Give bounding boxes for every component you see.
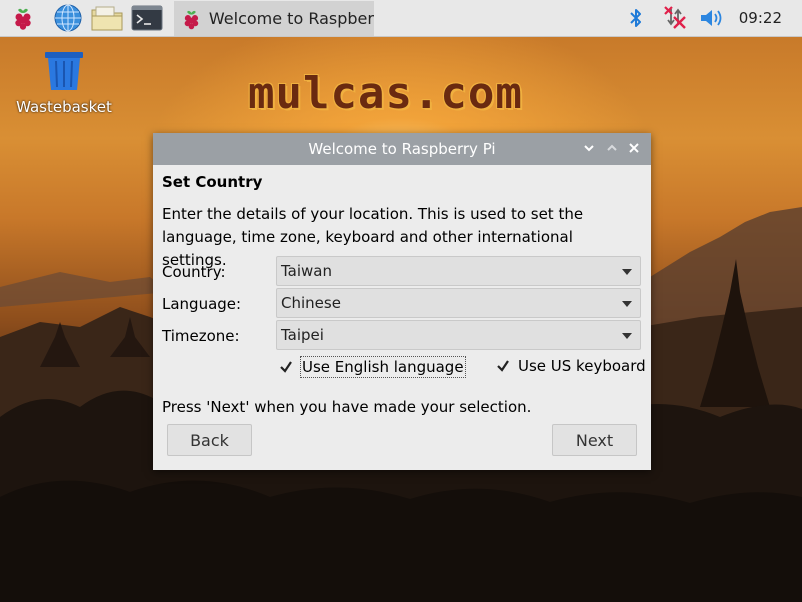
dialog-heading: Set Country [162, 173, 263, 191]
network-disconnected-icon [664, 6, 686, 29]
use-us-keyboard-checkbox[interactable]: Use US keyboard [496, 357, 646, 375]
dropdown-arrow-icon [622, 269, 632, 275]
bluetooth-button[interactable] [624, 3, 648, 33]
raspberry-menu-icon [15, 8, 31, 30]
raspberry-menu-button[interactable] [6, 3, 40, 33]
timezone-select[interactable]: Taipei [276, 320, 641, 350]
file-manager-icon [91, 6, 123, 31]
dropdown-arrow-icon [622, 333, 632, 339]
watermark-text: mulcas.com [248, 68, 523, 119]
use-english-label: Use English language [300, 356, 466, 378]
back-button[interactable]: Back [167, 424, 252, 456]
web-browser-icon [54, 4, 82, 32]
welcome-dialog: Welcome to Raspberry Pi Set Country Ente… [153, 133, 651, 470]
terminal-icon [131, 5, 163, 31]
dialog-title: Welcome to Raspberry Pi [308, 140, 496, 158]
volume-button[interactable] [698, 3, 726, 33]
language-label: Language: [162, 295, 242, 313]
timezone-value: Taipei [281, 326, 324, 344]
chevron-up-icon [607, 144, 617, 151]
country-value: Taiwan [281, 262, 333, 280]
wastebasket-desktop-icon[interactable]: Wastebasket [14, 50, 114, 116]
network-button[interactable] [662, 3, 690, 33]
terminal-button[interactable] [130, 3, 164, 33]
taskbar-window-title: Welcome to Raspberr… [208, 9, 374, 28]
taskbar: Welcome to Raspberr… 09:22 [0, 0, 802, 37]
next-button[interactable]: Next [552, 424, 637, 456]
country-select[interactable]: Taiwan [276, 256, 641, 286]
wastebasket-label: Wastebasket [16, 98, 112, 116]
bluetooth-icon [630, 9, 641, 27]
dialog-hint: Press 'Next' when you have made your sel… [162, 398, 532, 416]
maximize-button[interactable] [603, 139, 621, 157]
dialog-titlebar[interactable]: Welcome to Raspberry Pi [153, 133, 651, 165]
use-us-keyboard-label: Use US keyboard [518, 357, 646, 375]
volume-icon [701, 10, 722, 26]
timezone-label: Timezone: [162, 327, 240, 345]
raspberry-app-icon [184, 10, 199, 29]
web-browser-button[interactable] [51, 3, 85, 33]
file-manager-button[interactable] [89, 3, 125, 33]
checkmark-icon [496, 359, 510, 373]
language-select[interactable]: Chinese [276, 288, 641, 318]
taskbar-window-button[interactable]: Welcome to Raspberr… [174, 1, 374, 36]
country-label: Country: [162, 263, 226, 281]
wastebasket-icon [45, 52, 83, 90]
clock[interactable]: 09:22 [739, 9, 782, 27]
dropdown-arrow-icon [622, 301, 632, 307]
use-english-checkbox[interactable]: Use English language [279, 356, 466, 378]
minimize-button[interactable] [580, 139, 598, 157]
close-icon [629, 143, 639, 153]
language-value: Chinese [281, 294, 341, 312]
checkmark-icon [279, 360, 293, 374]
close-button[interactable] [625, 139, 643, 157]
chevron-down-icon [584, 145, 594, 152]
